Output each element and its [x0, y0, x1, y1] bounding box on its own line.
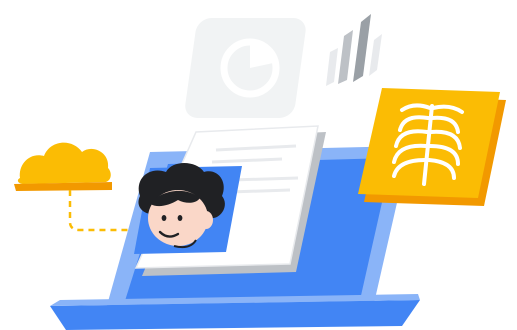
- pie-chart-tile: [185, 18, 306, 118]
- bar-chart-bar-4: [369, 34, 382, 76]
- avatar-ear: [199, 211, 213, 229]
- cloud-icon: [14, 142, 112, 191]
- avatar-eye-right: [177, 215, 183, 221]
- bar-chart-icon: [326, 14, 382, 86]
- xray-ribcage-icon: [358, 88, 506, 206]
- pie-chart-icon: [185, 18, 306, 118]
- document-line-3: [231, 176, 299, 182]
- document-line-4: [229, 188, 291, 194]
- dashed-connector: [68, 190, 140, 232]
- illustration: [14, 14, 506, 330]
- avatar-eye-left: [161, 215, 167, 221]
- doctor-avatar-icon: [134, 163, 242, 254]
- cloud-shape: [17, 142, 111, 184]
- bar-chart-bar-2: [338, 30, 353, 84]
- bar-chart-bar-1: [326, 48, 338, 86]
- bar-chart-bar-3: [353, 14, 371, 82]
